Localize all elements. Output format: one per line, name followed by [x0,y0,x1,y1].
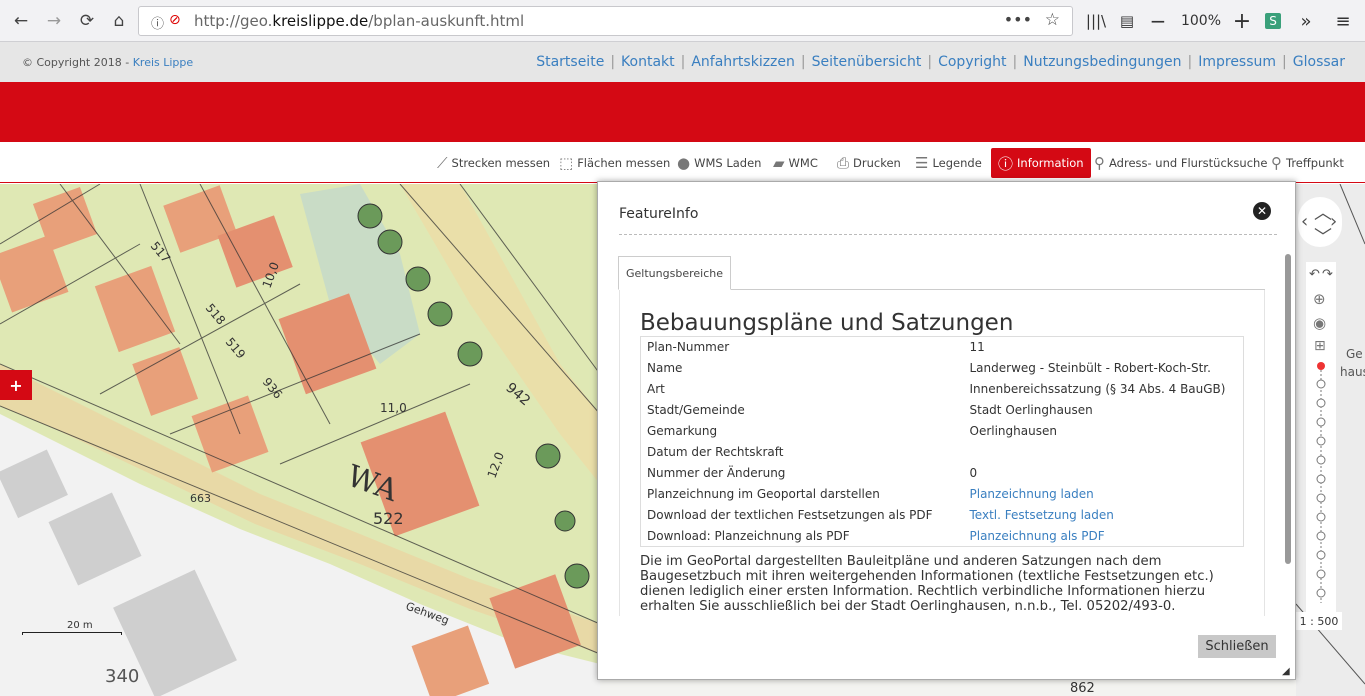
scale-bar: 20 m [22,620,122,635]
nav-link-copyright[interactable]: Copyright [938,54,1006,70]
url-text[interactable]: http://geo.kreislippe.de/bplan-auskunft.… [194,12,524,30]
ruler-area-icon: ⬚ [559,154,574,172]
browser-toolbar: ← → ⟳ ⌂ ⓘ ⊘ http://geo.kreislippe.de/bpl… [0,0,1365,42]
table-row: Gemarkung Oerlinghausen [647,424,1057,438]
copyright-link[interactable]: Kreis Lippe [133,56,193,69]
pin-icon: ⚲ [1271,154,1282,172]
map-label: hause [1340,365,1365,379]
zoom-in-map-icon[interactable]: ⊕ [1313,290,1326,308]
url-bar[interactable]: ⓘ ⊘ http://geo.kreislippe.de/bplan-ausku… [138,6,1073,36]
nav-link-startseite[interactable]: Startseite [536,54,604,70]
pan-down-icon[interactable]: ﹀ [1314,223,1332,249]
map-label: 522 [373,509,404,528]
globe-zoom-icon[interactable]: ◉ [1313,314,1326,332]
overflow-icon[interactable]: » [1294,8,1318,34]
menu-icon[interactable]: ≡ [1330,8,1356,34]
tool-adresssuche[interactable]: ⚲ Adress- und Flurstücksuche [1094,150,1267,176]
dialog-divider [619,234,1277,235]
content-heading: Bebauungspläne und Satzungen [640,310,1014,336]
search-icon: ⚲ [1094,154,1105,172]
tool-wmc[interactable]: ▰ WMC [773,150,818,176]
zoom-slider[interactable] [1306,358,1336,608]
undo-icon[interactable]: ↶ [1309,267,1320,282]
tool-wms-laden[interactable]: ● WMS Laden [677,150,761,176]
tool-legende[interactable]: ☰ Legende [915,150,982,176]
extension-icon[interactable]: S [1263,8,1283,34]
reload-icon[interactable]: ⟳ [74,8,100,34]
featureinfo-dialog: FeatureInfo ✕ Geltungsbereiche Bebauungs… [597,181,1296,680]
page-actions-icon[interactable]: ••• [1004,10,1032,29]
tool-strecken-messen[interactable]: ⟋ Strecken messen [437,150,550,176]
nav-link-nutzungsbedingungen[interactable]: Nutzungsbedingungen [1023,54,1181,70]
dialog-content: Bebauungspläne und Satzungen Plan-Nummer… [619,290,1265,616]
zoom-level[interactable]: 100% [1176,8,1226,34]
scrollbar-thumb[interactable] [1285,254,1291,564]
map-label: 11,0 [380,401,407,415]
table-row: Download der textlichen Festsetzungen al… [647,508,1114,522]
link-planzeichnung-pdf[interactable]: Planzeichnung als PDF [970,529,1105,543]
zoom-control: ↶ ↷ ⊕ ◉ ⊞ [1306,262,1336,614]
table-row: Stadt/Gemeinde Stadt Oerlinghausen [647,403,1093,417]
close-icon[interactable]: ✕ [1253,202,1271,220]
nav-link-seitenuebersicht[interactable]: Seitenübersicht [812,54,922,70]
table-row: Art Innenbereichssatzung (§ 34 Abs. 4 Bau… [647,382,1226,396]
site-top-strip: © Copyright 2018 - Kreis Lippe Startseit… [0,42,1365,82]
tool-drucken[interactable]: ⎙ Drucken [837,150,901,176]
map-label: 862 [1070,681,1095,696]
sidebar-icon[interactable]: ▤ [1114,8,1140,34]
table-row: Name Landerweg - Steinbült - Robert-Koch-… [647,361,1211,375]
tool-information[interactable]: ⓘ Information [991,148,1091,178]
list-icon: ☰ [915,154,929,172]
map-label: Ge [1346,347,1363,361]
resize-handle-icon[interactable]: ◢ [1282,666,1290,677]
info-icon[interactable]: ⓘ [151,13,164,32]
map-label: 340 [105,666,139,687]
top-nav: Startseite | Kontakt | Anfahrtskizzen | Seiten… [536,54,1345,70]
forward-icon[interactable]: → [41,8,67,34]
copyright: © Copyright 2018 - Kreis Lippe [22,56,194,69]
back-icon[interactable]: ← [8,8,34,34]
table-row: Plan-Nummer 11 [647,340,985,355]
red-banner [0,82,1365,142]
map-label: 663 [190,492,211,505]
tool-treffpunkt[interactable]: ⚲ Treffpunkt [1271,150,1344,176]
home-icon[interactable]: ⌂ [106,8,132,34]
nav-link-glossar[interactable]: Glossar [1293,54,1345,70]
info-circle-icon: ⓘ [998,154,1014,173]
table-row: Planzeichnung im Geoportal darstellen Pla… [647,487,1094,501]
map-toolbar: ⟋ Strecken messen ⬚ Flächen messen ● WMS La… [0,142,1365,183]
scale-ratio: 1 : 500 [1296,612,1342,630]
nav-link-kontakt[interactable]: Kontakt [621,54,675,70]
dialog-title: FeatureInfo [619,206,699,222]
table-row: Datum der Rechtskraft [647,445,784,459]
pan-control[interactable]: ︿ ‹ › ﹀ [1298,197,1342,249]
disclaimer-text: Die im GeoPortal dargestellten Bauleitpl… [640,554,1214,614]
zoom-in-button[interactable]: + [1230,8,1254,34]
nav-link-impressum[interactable]: Impressum [1198,54,1276,70]
nav-link-anfahrtskizzen[interactable]: Anfahrtskizzen [691,54,795,70]
printer-icon: ⎙ [837,154,850,172]
redo-icon[interactable]: ↷ [1322,267,1333,282]
globe-icon: ● [677,154,691,172]
info-table: Plan-Nummer 11 Name Landerweg - Steinbült … [640,336,1244,547]
link-textl-festsetzung[interactable]: Textl. Festsetzung laden [970,508,1114,522]
folder-open-icon: ▰ [773,154,785,172]
link-planzeichnung-laden[interactable]: Planzeichnung laden [970,487,1094,501]
ruler-line-icon: ⟋ [437,154,448,172]
table-row: Download: Planzeichnung als PDF Planzeich… [647,528,1105,543]
tool-flaechen-messen[interactable]: ⬚ Flächen messen [559,150,670,176]
table-row: Nummer der Änderung 0 [647,466,978,480]
zoom-box-icon[interactable]: ⊞ [1314,338,1326,354]
schliessen-button[interactable]: Schließen [1198,635,1276,658]
library-icon[interactable]: |||\ [1083,8,1109,34]
tab-geltungsbereiche[interactable]: Geltungsbereiche [618,256,731,290]
zoom-out-button[interactable]: − [1146,8,1170,34]
expand-panel-button[interactable]: + [0,370,32,400]
bookmark-star-icon[interactable]: ☆ [1045,10,1060,30]
pan-left-icon[interactable]: ‹ [1301,211,1308,232]
insecure-lock-icon[interactable]: ⊘ [169,12,181,28]
